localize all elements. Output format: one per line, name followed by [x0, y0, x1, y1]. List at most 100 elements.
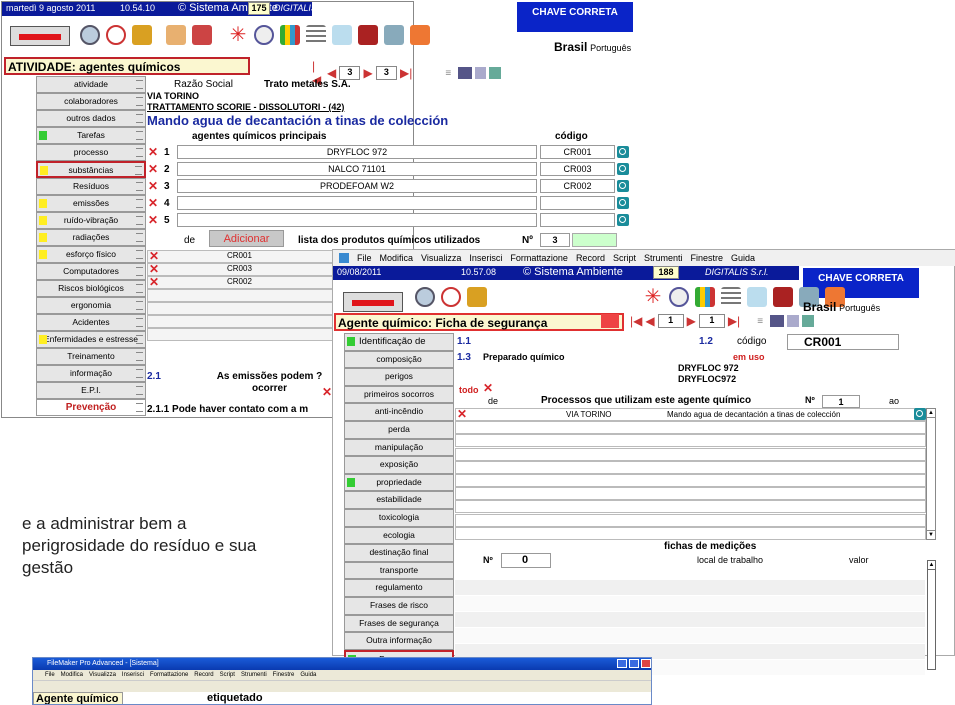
agent-code-field[interactable]: CR001: [540, 145, 615, 159]
scroll-down-icon[interactable]: ▼: [927, 530, 935, 539]
menu-item-5[interactable]: Record: [576, 253, 605, 263]
sidebar-item-9[interactable]: estabilidade: [344, 491, 454, 509]
menu-item-2[interactable]: Visualizza: [421, 253, 461, 263]
align-icon[interactable]: ≡: [445, 68, 451, 79]
process-row[interactable]: [455, 474, 926, 487]
sidebar-item-2[interactable]: outros dados: [36, 110, 146, 127]
process-row[interactable]: [455, 460, 926, 474]
delete-row-icon[interactable]: ✕: [149, 276, 159, 288]
sidebar-item-8[interactable]: propriedade: [344, 473, 454, 492]
chave-correta-button[interactable]: CHAVE CORRETA: [517, 2, 633, 32]
sidebar-item-4[interactable]: processo: [36, 144, 146, 161]
search-icon[interactable]: [617, 163, 629, 175]
measurement-row[interactable]: [455, 612, 925, 627]
info-icon[interactable]: [106, 25, 126, 45]
eraser-icon[interactable]: [332, 25, 352, 45]
exit-icon[interactable]: [410, 25, 430, 45]
delete-agent-icon[interactable]: ✕: [148, 197, 158, 209]
sidebar-item-1[interactable]: colaboradores: [36, 93, 146, 110]
sidebar-item-16[interactable]: Treinamento: [36, 348, 146, 365]
add-button[interactable]: Adicionar: [209, 230, 284, 247]
print-icon[interactable]: [770, 315, 785, 327]
prev-record-icon[interactable]: ◀: [327, 66, 336, 80]
sidebar-item-13[interactable]: ergonomia: [36, 297, 146, 314]
search-icon[interactable]: [914, 408, 926, 420]
sidebar-item-17[interactable]: Outra informação: [344, 632, 454, 650]
tools-icon[interactable]: [384, 25, 404, 45]
back-button[interactable]: [10, 26, 70, 46]
menu-item-4[interactable]: Formattazione: [150, 670, 188, 680]
menu-item-7[interactable]: Strumenti: [241, 670, 267, 680]
agent-name-field[interactable]: PRODEFOAM W2: [177, 179, 537, 193]
menu-item-8[interactable]: Finestre: [273, 670, 295, 680]
search-icon[interactable]: [617, 214, 629, 226]
sidebar-item-15[interactable]: Frases de risco: [344, 596, 454, 615]
delete-agent-icon[interactable]: ✕: [148, 163, 158, 175]
chart-icon[interactable]: [695, 287, 715, 307]
sidebar-item-18[interactable]: E.P.I.: [36, 382, 146, 399]
calendar-icon[interactable]: [358, 25, 378, 45]
eraser-icon[interactable]: [747, 287, 767, 307]
search-icon[interactable]: [617, 180, 629, 192]
sidebar-item-11[interactable]: Computadores: [36, 263, 146, 280]
sidebar-item-8[interactable]: ruído-vibração: [36, 212, 146, 229]
sidebar-item-6[interactable]: manipulação: [344, 438, 454, 457]
agent-name-field[interactable]: DRYFLOC 972: [177, 145, 537, 159]
sidebar-item-11[interactable]: ecologia: [344, 526, 454, 545]
align-icon[interactable]: ≡: [757, 316, 763, 327]
sidebar-item-7[interactable]: emissões: [36, 195, 146, 212]
process-row[interactable]: [455, 500, 926, 514]
current-record-field[interactable]: 1: [657, 314, 684, 328]
agent-code-field[interactable]: [540, 196, 615, 210]
maximize-button[interactable]: [629, 659, 639, 668]
agent-name-field[interactable]: [177, 196, 537, 210]
menu-item-8[interactable]: Finestre: [690, 253, 723, 263]
close-button[interactable]: [641, 659, 651, 668]
codigo-field[interactable]: CR001: [787, 334, 899, 350]
delete-row-icon[interactable]: ✕: [149, 263, 159, 275]
process-row[interactable]: [455, 487, 926, 501]
sidebar-item-3[interactable]: Tarefas: [36, 127, 146, 144]
back-button[interactable]: [343, 292, 403, 312]
pdf-icon[interactable]: [802, 315, 815, 327]
delete-agent-icon[interactable]: ✕: [148, 180, 158, 192]
filter-icon[interactable]: [192, 25, 212, 45]
sidebar-item-19[interactable]: Prevenção: [36, 399, 146, 416]
measurement-row[interactable]: [455, 596, 925, 611]
next-record-icon[interactable]: ▶: [687, 314, 696, 328]
tab-agente[interactable]: Agente químico: [33, 692, 123, 704]
sidebar-item-12[interactable]: Riscos biológicos: [36, 280, 146, 297]
print-icon[interactable]: [458, 67, 472, 79]
sidebar-item-10[interactable]: toxicologia: [344, 508, 454, 527]
process-row[interactable]: [455, 421, 926, 435]
next-record-icon[interactable]: ▶: [363, 66, 372, 80]
scrollbar[interactable]: ▲ ▼: [926, 408, 936, 540]
sidebar-item-1[interactable]: composição: [344, 350, 454, 369]
menu-item-1[interactable]: Modifica: [61, 670, 83, 680]
sidebar-item-6[interactable]: Resíduos: [36, 178, 146, 195]
sidebar-item-10[interactable]: esforço físico: [36, 246, 146, 263]
scroll-up-icon[interactable]: ▲: [928, 561, 935, 570]
info-icon[interactable]: [441, 287, 461, 307]
measurement-row[interactable]: [455, 580, 925, 595]
sidebar-item-5[interactable]: perda: [344, 420, 454, 439]
help-icon[interactable]: [80, 25, 100, 45]
menu-item-1[interactable]: Modifica: [380, 253, 414, 263]
help-icon[interactable]: [415, 287, 435, 307]
menu-item-9[interactable]: Guida: [300, 670, 316, 680]
menu-item-2[interactable]: Visualizza: [89, 670, 116, 680]
asterisk-icon[interactable]: ✳: [228, 25, 248, 45]
delete-agent-icon[interactable]: ✕: [148, 214, 158, 226]
last-record-icon[interactable]: ▶|: [728, 314, 740, 328]
menu-item-6[interactable]: Script: [220, 670, 235, 680]
agent-name-field[interactable]: [177, 213, 537, 227]
sidebar-item-7[interactable]: exposição: [344, 456, 454, 474]
sidebar-item-14[interactable]: regulamento: [344, 579, 454, 597]
sidebar-item-15[interactable]: Enfermidades e estresse: [36, 331, 146, 348]
sidebar-item-0[interactable]: atividade: [36, 76, 146, 93]
search-icon[interactable]: [617, 197, 629, 209]
menu-item-3[interactable]: Inserisci: [469, 253, 502, 263]
list-icon[interactable]: [721, 287, 741, 307]
chart-icon[interactable]: [280, 25, 300, 45]
sidebar-item-14[interactable]: Acidentes: [36, 314, 146, 331]
